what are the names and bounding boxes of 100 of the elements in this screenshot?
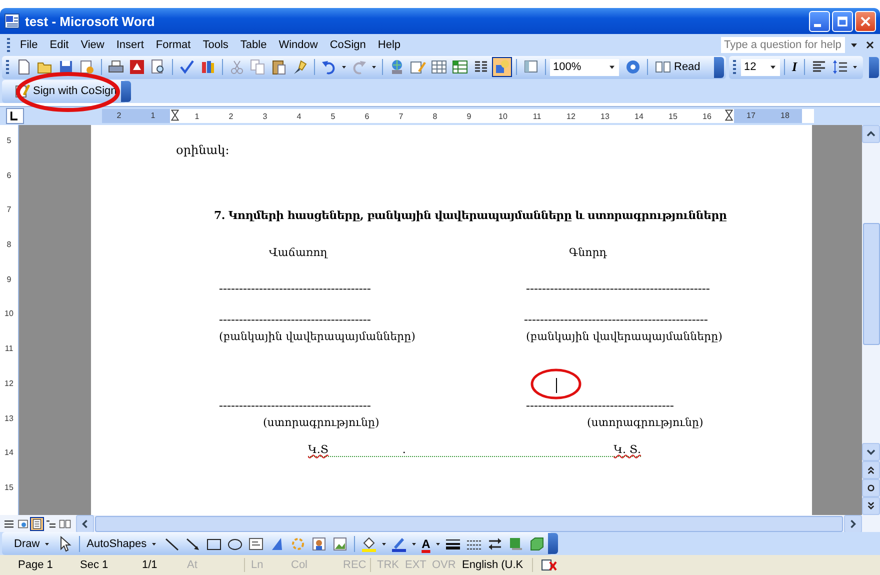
menu-item[interactable]: Window (272, 38, 324, 50)
shapes-icon[interactable] (492, 57, 512, 77)
status-item: Sec 1 (80, 559, 110, 571)
status-item: TRK (377, 559, 400, 571)
tab-selector[interactable] (6, 108, 24, 124)
seal-separator: . (402, 443, 406, 456)
toolbar-grip[interactable] (7, 38, 10, 52)
ruler-number: 7 (6, 204, 12, 216)
minimize-icon (814, 24, 821, 27)
zoom-dropdown[interactable]: 100% (550, 58, 619, 76)
bank-details-label: (բանկային վավերապայմանները) (526, 330, 722, 343)
ruler-number: 10 (4, 308, 14, 320)
ruler-number: 1 (194, 112, 200, 120)
ruler-number: 13 (600, 112, 610, 120)
signature-label: (ստորագրությունը) (587, 416, 704, 429)
scroll-down-button[interactable] (862, 443, 880, 461)
print-view-button[interactable] (30, 516, 44, 530)
menu-item[interactable]: Insert (110, 38, 150, 50)
scroll-right-button[interactable] (844, 514, 862, 532)
ruler-number: 9 (6, 274, 12, 286)
seal-label: Կ.Տ (308, 443, 328, 456)
menu-item[interactable]: View (74, 38, 110, 50)
italic-button[interactable]: I (789, 57, 800, 77)
ruler-number: 8 (6, 239, 12, 252)
ruler-number: 10 (498, 112, 508, 120)
annotation-ellipse (530, 368, 582, 400)
scroll-left-button[interactable] (76, 514, 94, 532)
menu-item[interactable]: CoSign (324, 38, 372, 50)
maximize-button[interactable] (832, 10, 853, 32)
ruler-number: 17 (734, 109, 768, 123)
party-name: Գնորդ (569, 246, 607, 259)
menu-item[interactable]: Edit (44, 38, 75, 50)
signature-line: -------------------------------------- (219, 401, 371, 410)
browse-object-button[interactable] (862, 479, 880, 497)
status-item: Ln (251, 559, 264, 571)
menu-item[interactable]: File (14, 38, 44, 50)
toolbar-options-button[interactable] (548, 533, 558, 554)
close-icon (859, 14, 872, 28)
toolbar-grip[interactable] (733, 60, 736, 74)
ruler-number: 2 (102, 109, 136, 123)
scroll-thumb[interactable] (862, 223, 880, 345)
ruler-number: 12 (566, 112, 576, 120)
ruler-number: 1 (136, 109, 170, 123)
menu-item[interactable]: Help (372, 38, 407, 50)
menu-item[interactable]: Format (150, 38, 197, 50)
toolbar-options-button[interactable] (869, 56, 879, 78)
triangle-document-icon[interactable] (127, 57, 147, 77)
menu-item[interactable]: Table (234, 38, 273, 50)
status-item: OVR (432, 559, 457, 571)
ruler-number: 8 (432, 112, 438, 120)
previous-page-button[interactable] (862, 461, 880, 479)
vertical-scrollbar[interactable] (862, 125, 880, 515)
paragraph: օրինակ: (176, 143, 230, 157)
ruler-number: 11 (4, 343, 14, 356)
close-button[interactable] (855, 10, 876, 32)
window-title: test - Microsoft Word (25, 14, 155, 28)
signature-line: -------------------------------------- (219, 284, 371, 292)
signature-line: ---------------------------------------------- (524, 315, 708, 324)
help-search-field[interactable]: Type a question for help (720, 36, 846, 54)
toolbar-options-button[interactable] (120, 80, 131, 102)
font-color-button[interactable]: A (418, 534, 434, 554)
status-item: Col (291, 559, 309, 571)
next-page-button[interactable] (862, 497, 880, 515)
sign-with-cosign-button[interactable]: Sign with CoSign (11, 81, 120, 101)
ruler-number: 15 (4, 482, 14, 494)
minimize-button[interactable] (809, 10, 830, 32)
toolbar-options-button[interactable] (714, 56, 724, 78)
autoshapes-menu-button[interactable]: AutoShapes (84, 534, 161, 554)
seal-label: Կ. Տ. (614, 443, 641, 456)
toolbar-grip[interactable] (6, 60, 9, 74)
status-item: At (187, 559, 198, 571)
read-button[interactable]: Read (652, 57, 704, 77)
ruler-number: 5 (330, 112, 336, 120)
ruler-number: 5 (6, 135, 12, 147)
ruler-number: 9 (466, 112, 472, 120)
ruler-number: 7 (398, 112, 404, 120)
draw-menu-button[interactable]: Draw (11, 534, 54, 554)
ruler-number: 6 (6, 170, 12, 182)
ruler-number: 14 (4, 447, 14, 460)
ruler-number: 18 (768, 109, 802, 123)
ruler-number: 11 (532, 112, 542, 120)
menu-item[interactable]: Tools (196, 38, 234, 50)
status-item: Page 1 (18, 559, 54, 571)
ruler-number: 6 (364, 112, 370, 120)
ruler-number: 14 (634, 112, 644, 120)
ruler-number: 4 (296, 112, 302, 120)
status-item: 1/1 (142, 559, 158, 571)
font-size-dropdown[interactable]: 12 (741, 58, 780, 76)
signature-line: ------------------------------------- (526, 401, 674, 410)
maximize-icon (836, 14, 849, 28)
scroll-up-button[interactable] (862, 125, 880, 143)
ruler-number: 16 (702, 112, 712, 120)
section-heading: 7. Կողմերի հասցեները, բանկային վավերապայմանները և ստորագրությունները (214, 209, 728, 222)
bank-details-label: (բանկային վավերապայմանները) (219, 330, 416, 343)
status-item: EXT (405, 559, 428, 571)
open-book-icon (655, 59, 671, 75)
party-name: Վաճառող (269, 246, 328, 259)
signature-label: (ստորագրությունը) (263, 416, 380, 429)
signing-pen-icon (14, 83, 30, 99)
close-icon[interactable] (864, 38, 876, 50)
